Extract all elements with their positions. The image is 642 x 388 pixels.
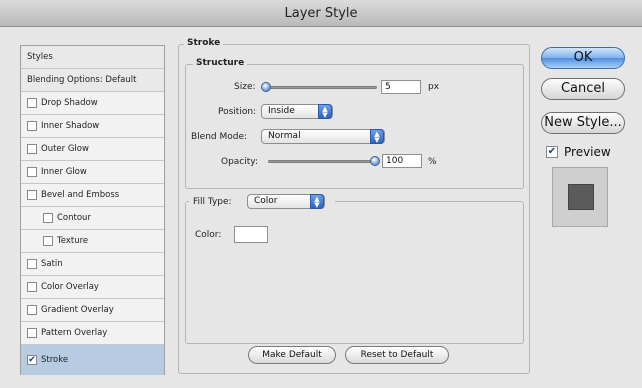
sidebar-item-label: Color Overlay	[41, 282, 99, 292]
position-select[interactable]: Inside ▲ ▼	[261, 104, 333, 119]
cancel-button[interactable]: Cancel	[541, 78, 625, 100]
texture-checkbox[interactable]	[43, 236, 53, 246]
sidebar-item-color-overlay[interactable]: Color Overlay	[21, 276, 164, 299]
sidebar-item-label: Styles	[27, 52, 53, 62]
sidebar-item-styles[interactable]: Styles	[21, 46, 164, 69]
ok-button[interactable]: OK	[541, 47, 625, 69]
sidebar-item-inner-shadow[interactable]: Inner Shadow	[21, 115, 164, 138]
fill-group	[185, 201, 524, 344]
preview-toggle[interactable]: ✔ Preview	[546, 145, 611, 159]
color-label: Color:	[195, 230, 222, 240]
opacity-slider-track[interactable]	[268, 160, 378, 163]
preview-checkbox[interactable]: ✔	[546, 146, 558, 158]
drop-shadow-checkbox[interactable]	[27, 98, 37, 108]
sidebar-item-label: Pattern Overlay	[41, 328, 108, 338]
outer-glow-checkbox[interactable]	[27, 144, 37, 154]
preview-box	[552, 167, 608, 227]
dialog-content: Styles Blending Options: Default Drop Sh…	[0, 27, 642, 388]
fill-type-value: Color	[254, 196, 278, 206]
reset-to-default-button[interactable]: Reset to Default	[345, 346, 449, 364]
make-default-button[interactable]: Make Default	[248, 346, 336, 364]
sidebar-item-label: Satin	[41, 259, 63, 269]
sidebar-item-texture[interactable]: Texture	[21, 230, 164, 253]
popup-arrows-icon: ▲ ▼	[370, 129, 384, 144]
popup-arrows-icon: ▲ ▼	[310, 194, 324, 209]
satin-checkbox[interactable]	[27, 259, 37, 269]
pattern-overlay-checkbox[interactable]	[27, 328, 37, 338]
blend-mode-select[interactable]: Normal ▲ ▼	[261, 129, 385, 144]
fill-type-row: Fill Type: Color ▲ ▼	[189, 193, 335, 211]
sidebar-item-label: Blending Options: Default	[27, 75, 137, 85]
sidebar-item-gradient-overlay[interactable]: Gradient Overlay	[21, 299, 164, 322]
sidebar-item-label: Inner Shadow	[41, 121, 100, 131]
size-label: Size:	[234, 82, 256, 92]
blend-mode-value: Normal	[268, 131, 301, 141]
opacity-unit: %	[428, 157, 437, 167]
position-label: Position:	[218, 107, 257, 117]
sidebar-item-stroke[interactable]: ✔ Stroke	[21, 345, 164, 375]
sidebar-item-bevel-emboss[interactable]: Bevel and Emboss	[21, 184, 164, 207]
size-unit: px	[428, 82, 440, 92]
color-overlay-checkbox[interactable]	[27, 282, 37, 292]
new-style-button[interactable]: New Style...	[541, 112, 625, 134]
sidebar-item-contour[interactable]: Contour	[21, 207, 164, 230]
checkmark-icon: ✔	[547, 146, 557, 157]
contour-checkbox[interactable]	[43, 213, 53, 223]
inner-shadow-checkbox[interactable]	[27, 121, 37, 131]
sidebar-item-outer-glow[interactable]: Outer Glow	[21, 138, 164, 161]
preview-label: Preview	[564, 145, 611, 159]
sidebar-item-pattern-overlay[interactable]: Pattern Overlay	[21, 322, 164, 345]
sidebar-item-label: Gradient Overlay	[41, 305, 114, 315]
fill-type-select[interactable]: Color ▲ ▼	[247, 194, 325, 209]
structure-group-title: Structure	[193, 58, 248, 68]
sidebar-item-satin[interactable]: Satin	[21, 253, 164, 276]
stroke-checkbox[interactable]: ✔	[27, 355, 37, 365]
sidebar-item-inner-glow[interactable]: Inner Glow	[21, 161, 164, 184]
sidebar-item-label: Stroke	[41, 355, 69, 365]
stroke-group-title: Stroke	[184, 38, 224, 48]
styles-list: Styles Blending Options: Default Drop Sh…	[20, 45, 165, 375]
inner-glow-checkbox[interactable]	[27, 167, 37, 177]
color-swatch[interactable]	[234, 226, 268, 243]
sidebar-item-label: Bevel and Emboss	[41, 190, 120, 200]
bevel-emboss-checkbox[interactable]	[27, 190, 37, 200]
sidebar-item-label: Drop Shadow	[41, 98, 98, 108]
sidebar-item-label: Outer Glow	[41, 144, 89, 154]
sidebar-item-label: Contour	[57, 213, 91, 223]
fill-type-label: Fill Type:	[193, 197, 232, 207]
checkmark-icon: ✔	[28, 354, 36, 365]
position-value: Inside	[268, 106, 295, 116]
gradient-overlay-checkbox[interactable]	[27, 305, 37, 315]
popup-arrows-icon: ▲ ▼	[318, 104, 332, 119]
opacity-slider-thumb[interactable]	[370, 156, 380, 166]
preview-swatch	[568, 184, 594, 210]
sidebar-item-label: Texture	[57, 236, 89, 246]
size-field[interactable]: 5	[381, 80, 421, 94]
sidebar-item-blending-options[interactable]: Blending Options: Default	[21, 69, 164, 92]
window-title: Layer Style	[0, 0, 642, 27]
size-slider-thumb[interactable]	[261, 82, 271, 92]
blend-mode-label: Blend Mode:	[191, 132, 248, 142]
size-slider-track[interactable]	[262, 86, 377, 89]
opacity-field[interactable]: 100	[382, 154, 422, 168]
sidebar-item-label: Inner Glow	[41, 167, 87, 177]
sidebar-item-drop-shadow[interactable]: Drop Shadow	[21, 92, 164, 115]
opacity-label: Opacity:	[221, 157, 258, 167]
